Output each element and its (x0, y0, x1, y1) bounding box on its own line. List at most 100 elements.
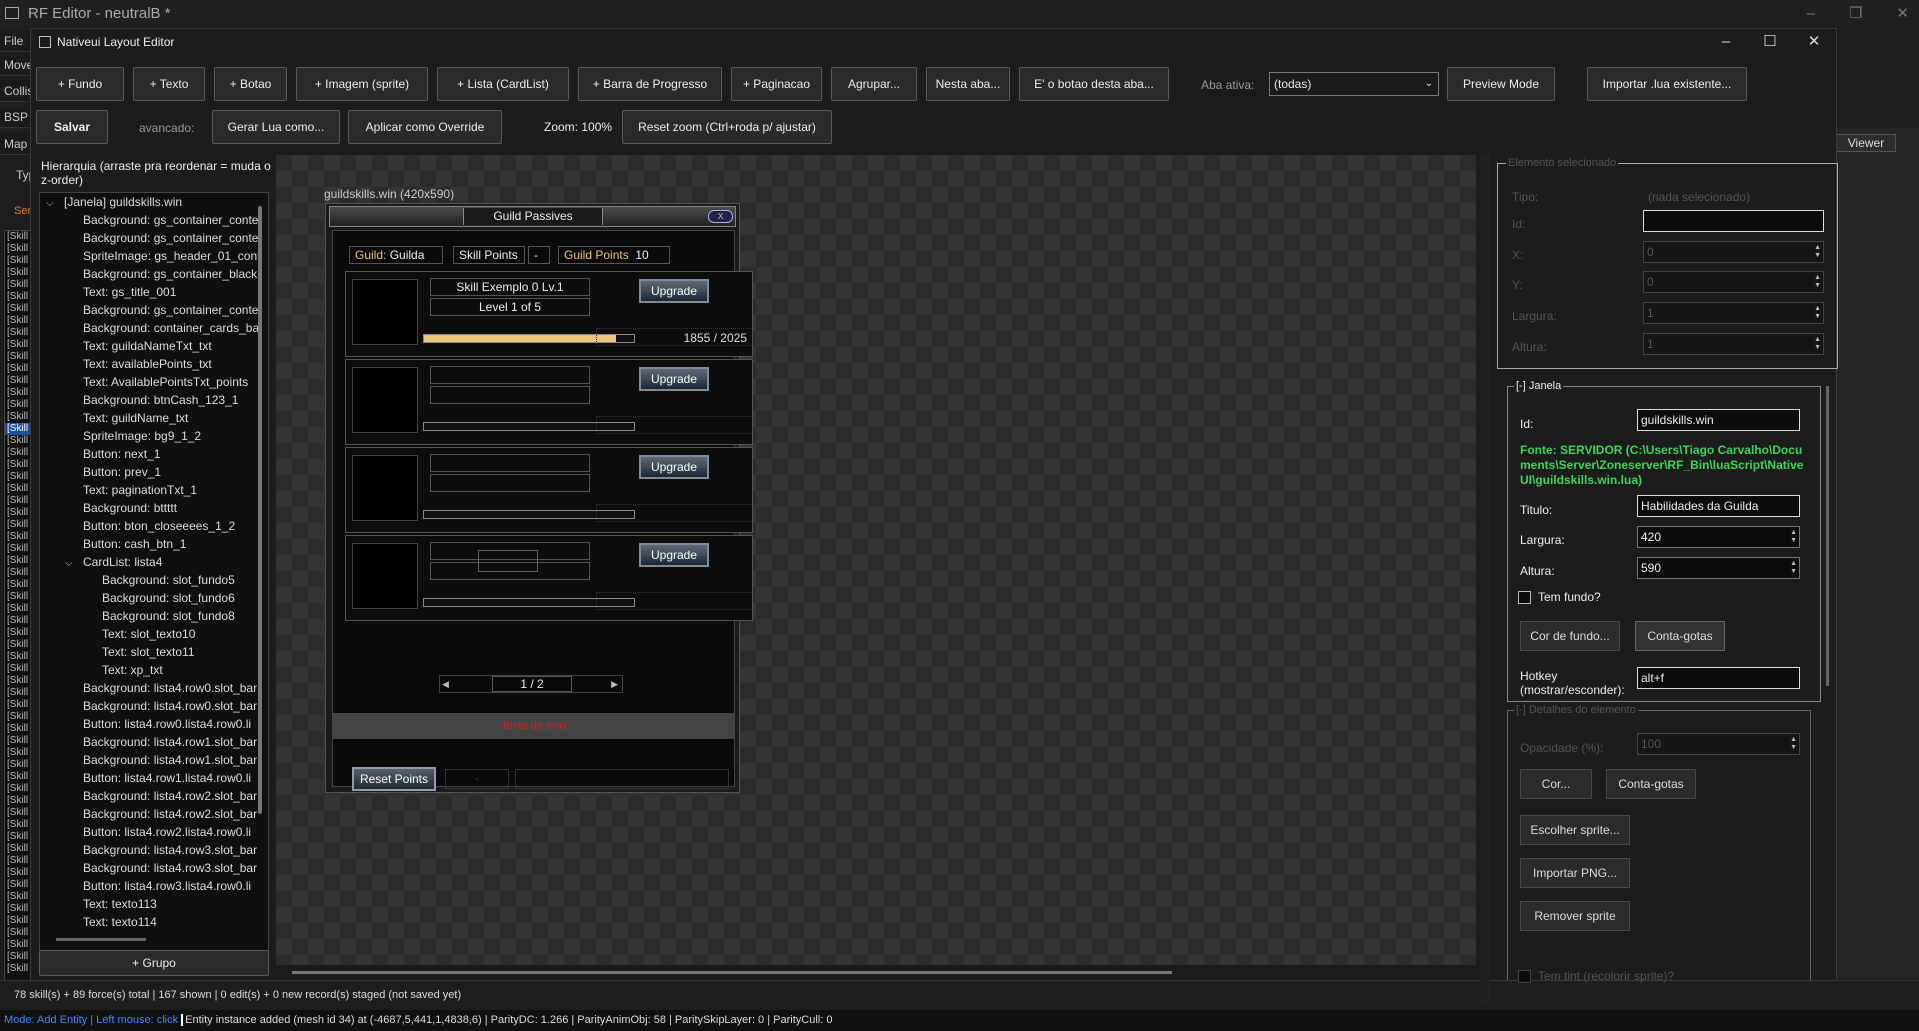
tree-item[interactable]: Background: lista4.row2.slot_bar (40, 787, 268, 805)
tree-item[interactable]: Button: next_1 (40, 445, 268, 463)
nesta-aba-button[interactable]: Nesta aba... (926, 67, 1010, 101)
canvas-hscrollbar[interactable] (292, 971, 1172, 974)
tree-item[interactable]: Background: lista4.row3.slot_bar (40, 841, 268, 859)
skill-list-item[interactable]: [Skill (5, 927, 33, 939)
save-button[interactable]: Salvar (36, 110, 108, 144)
tem-fundo-checkbox[interactable] (1518, 591, 1531, 604)
tem-tint-checkbox[interactable] (1518, 970, 1531, 983)
spinner-icon[interactable]: ▲ ▼ (1814, 244, 1821, 260)
tree-item[interactable]: Background: container_cards_ba (40, 319, 268, 337)
tree-item[interactable]: Button: lista4.row3.lista4.row0.li (40, 877, 268, 895)
skill-list-item[interactable]: [Skill (5, 255, 33, 267)
largura-input[interactable]: 1 ▲ ▼ (1643, 302, 1824, 324)
conta-gotas-2-button[interactable]: Conta-gotas (1606, 769, 1696, 799)
upgrade-button[interactable]: Upgrade (639, 455, 709, 479)
maximize-icon[interactable]: ☐ (1748, 29, 1792, 55)
tree-item[interactable]: Background: gs_container_conte (40, 211, 268, 229)
tree-item[interactable]: Background: gs_container_conte (40, 301, 268, 319)
add-fundo-button[interactable]: + Fundo (36, 67, 124, 101)
restore-icon[interactable]: ❐ (1849, 0, 1862, 27)
cor-button[interactable]: Cor... (1520, 769, 1592, 799)
viewer-tab[interactable]: Viewer (1836, 134, 1896, 152)
tree-item[interactable]: Background: gs_container_conte (40, 229, 268, 247)
add-paginacao-button[interactable]: + Paginacao (731, 67, 822, 101)
next-page-icon[interactable]: ▶ (611, 679, 618, 690)
close-icon[interactable]: ✕ (1792, 29, 1836, 55)
skill-list-item[interactable]: [Skill (5, 651, 33, 663)
skill-list-item[interactable]: [Skill (5, 435, 33, 447)
escolher-sprite-button[interactable]: Escolher sprite... (1520, 815, 1630, 845)
cor-fundo-button[interactable]: Cor de fundo... (1520, 621, 1620, 651)
tree-item[interactable]: Background: slot_fundo6 (40, 589, 268, 607)
skill-list-item[interactable]: [Skill (5, 579, 33, 591)
tree-item[interactable]: Text: availablePoints_txt (40, 355, 268, 373)
tree-item[interactable]: ⌵ [Janela] guildskills.win (40, 193, 268, 211)
x-input[interactable]: 0 ▲ ▼ (1643, 241, 1824, 263)
titulo-input[interactable]: Habilidades da Guilda (1637, 495, 1800, 517)
hierarchy-scrollbar[interactable] (258, 206, 262, 814)
tree-item[interactable]: Text: gs_title_001 (40, 283, 268, 301)
tree-item[interactable]: Text: guildaNameTxt_txt (40, 337, 268, 355)
skill-list-item[interactable]: [Skill (5, 591, 33, 603)
skill-list-item[interactable]: [Skill (5, 387, 33, 399)
upgrade-button[interactable]: Upgrade (639, 279, 709, 303)
expand-chevron-icon[interactable]: ⌵ (65, 555, 83, 573)
remover-sprite-button[interactable]: Remover sprite (1520, 901, 1630, 931)
skill-list-item[interactable]: [Skill (5, 843, 33, 855)
skill-list-item[interactable]: [Skill (5, 819, 33, 831)
detalhes-title[interactable]: [-] Detalhes do elemento (1514, 704, 1638, 716)
spinner-icon[interactable]: ▲ ▼ (1790, 736, 1797, 752)
add-grupo-button[interactable]: + Grupo (39, 950, 269, 976)
aba-ativa-select[interactable]: (todas) ⌄ (1269, 72, 1439, 96)
gerar-lua-button[interactable]: Gerar Lua como... (212, 110, 340, 144)
properties-scrollbar[interactable] (1826, 386, 1829, 686)
skill-list-item[interactable]: [Skill (5, 447, 33, 459)
hotkey-input[interactable]: alt+f (1637, 667, 1800, 689)
tree-item[interactable]: Background: lista4.row1.slot_bar (40, 733, 268, 751)
reset-points-button[interactable]: Reset Points (352, 767, 436, 791)
skill-list-item[interactable]: [Skill (5, 699, 33, 711)
add-imagem-button[interactable]: + Imagem (sprite) (296, 67, 428, 101)
tree-item[interactable]: Background: btnCash_123_1 (40, 391, 268, 409)
skill-list-item[interactable]: [Skill (5, 267, 33, 279)
skill-list-item[interactable]: [Skill (5, 939, 33, 951)
importar-lua-button[interactable]: Importar .lua existente... (1587, 67, 1747, 101)
add-botao-button[interactable]: + Botao (214, 67, 287, 101)
tree-item[interactable]: Text: paginationTxt_1 (40, 481, 268, 499)
skill-list-item[interactable]: [Skill (5, 711, 33, 723)
skill-list-item[interactable]: [Skill (5, 783, 33, 795)
canvas-vscrollbar[interactable] (1480, 155, 1490, 1005)
skill-list-item[interactable]: [Skill (5, 411, 33, 423)
tree-item[interactable]: Text: texto114 (40, 913, 268, 931)
hierarchy-hscrollbar[interactable] (56, 938, 146, 941)
tree-item[interactable]: Button: bton_closeeees_1_2 (40, 517, 268, 535)
conta-gotas-button[interactable]: Conta-gotas (1635, 621, 1725, 651)
skill-list-item[interactable]: [Skill (5, 663, 33, 675)
tree-item[interactable]: Text: slot_texto10 (40, 625, 268, 643)
add-texto-button[interactable]: + Texto (133, 67, 205, 101)
tree-item[interactable]: Button: lista4.row0.lista4.row0.li (40, 715, 268, 733)
skill-list-item[interactable]: [Skill (5, 531, 33, 543)
skill-list-item[interactable]: [Skill (5, 603, 33, 615)
skill-list-item[interactable]: [Skill (5, 771, 33, 783)
skill-list-item[interactable]: [Skill (5, 807, 33, 819)
skill-list-item[interactable]: [Skill (5, 507, 33, 519)
spinner-icon[interactable]: ▲ ▼ (1790, 560, 1797, 576)
tree-item[interactable]: Button: lista4.row2.lista4.row0.li (40, 823, 268, 841)
skill-list-item[interactable]: [Skill (5, 279, 33, 291)
skill-list-item[interactable]: [Skill (5, 555, 33, 567)
skill-list-item[interactable]: [Skill (5, 879, 33, 891)
y-input[interactable]: 0 ▲ ▼ (1643, 271, 1824, 293)
spinner-icon[interactable]: ▲ ▼ (1814, 274, 1821, 290)
spinner-icon[interactable]: ▲ ▼ (1814, 305, 1821, 321)
skill-list-item[interactable]: [Skill (5, 243, 33, 255)
skill-list-item[interactable]: [Skill (5, 963, 33, 975)
skill-list-item[interactable]: [Skill (5, 627, 33, 639)
skill-list-item[interactable]: [Skill (5, 375, 33, 387)
skill-list-item[interactable]: [Skill (5, 735, 33, 747)
skill-list-item[interactable]: [Skill (5, 867, 33, 879)
aplicar-override-button[interactable]: Aplicar como Override (348, 110, 502, 144)
tree-item[interactable]: Background: lista4.row1.slot_bar (40, 751, 268, 769)
skill-list-item[interactable]: [Skill (5, 951, 33, 963)
add-lista-button[interactable]: + Lista (CardList) (437, 67, 569, 101)
